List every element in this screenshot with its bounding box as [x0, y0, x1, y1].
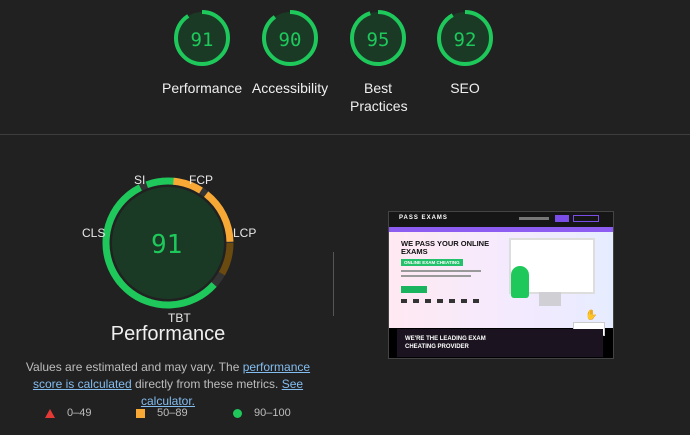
score-value: 90	[278, 29, 302, 51]
gauge-accessibility[interactable]: 90 Accessibility	[250, 10, 330, 97]
desc-text-1: Values are estimated and may vary. The	[25, 360, 243, 374]
thumb-nav-links	[519, 217, 549, 220]
metric-lcp-label: LCP	[233, 226, 257, 240]
gauge-performance[interactable]: 91 Performance	[162, 10, 242, 97]
thumb-headline: WE PASS YOUR ONLINE EXAMS	[401, 239, 490, 256]
metric-fcp-label: FCP	[189, 173, 213, 187]
score-value: 95	[366, 29, 390, 51]
performance-description: Values are estimated and may vary. The p…	[20, 359, 316, 410]
category-label: SEO	[450, 80, 480, 96]
thumb-footer-headline: WE'RE THE LEADING EXAM CHEATING PROVIDER	[405, 336, 486, 350]
thumb-text-line	[401, 270, 481, 272]
circle-icon	[233, 408, 242, 418]
legend-range: 90–100	[254, 407, 291, 419]
category-label: Performance	[162, 80, 243, 96]
performance-title: Performance	[110, 323, 226, 345]
legend-good: 90–100	[233, 407, 291, 419]
thumb-dark-section: WE'RE THE LEADING EXAM CHEATING PROVIDER	[397, 329, 603, 357]
thumb-logo: PASS EXAMS	[399, 215, 448, 221]
legend-range: 0–49	[67, 407, 92, 419]
score-value: 92	[453, 29, 477, 51]
page-screenshot-thumbnail[interactable]: PASS EXAMS WE PASS YOUR ONLINE EXAMS ONL…	[388, 211, 614, 359]
waving-hand-icon: ✋	[585, 310, 598, 321]
thumb-cta-button	[401, 286, 427, 293]
thumb-logo-strip	[401, 299, 481, 303]
legend-average: 50–89	[136, 407, 188, 419]
thumb-person-illustration	[511, 266, 529, 298]
score-value: 91	[190, 29, 214, 51]
gauge-best-practices[interactable]: 95 Best Practices	[338, 10, 418, 115]
gauge-seo[interactable]: 92 SEO	[425, 10, 505, 97]
legend-range: 50–89	[157, 407, 188, 419]
category-label: Accessibility	[251, 80, 329, 96]
metric-cls-label: CLS	[82, 226, 106, 240]
legend-poor: 0–49	[45, 407, 91, 419]
vertical-separator	[333, 252, 334, 316]
triangle-icon	[45, 408, 55, 418]
category-scores: 91 Performance 90 Accessibility 95 Best …	[0, 0, 690, 134]
category-label: Best Practices	[350, 80, 408, 114]
thumb-text-line	[401, 275, 471, 277]
thumb-navbar: PASS EXAMS	[389, 212, 613, 227]
thumb-nav-button	[555, 215, 569, 222]
thumb-hero: WE PASS YOUR ONLINE EXAMS ONLINE EXAM CH…	[389, 232, 613, 336]
thumb-nav-button-outline	[573, 215, 599, 222]
metric-si-label: SI	[134, 173, 146, 187]
square-icon	[136, 408, 145, 418]
desc-text-2: directly from these metrics.	[131, 377, 282, 391]
thumb-tag: ONLINE EXAM CHEATING	[401, 259, 463, 266]
performance-section: SI FCP LCP TBT CLS 91 Performance Values…	[0, 135, 690, 435]
thumb-monitor-stand	[539, 292, 561, 306]
